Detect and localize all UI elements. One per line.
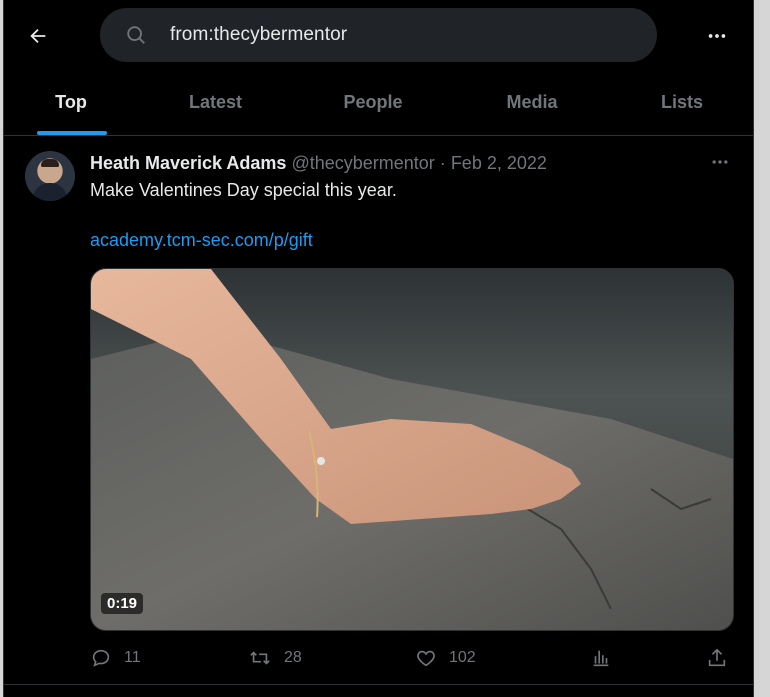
avatar[interactable] xyxy=(25,151,75,201)
tweet-more-button[interactable] xyxy=(708,152,732,172)
tab-lists[interactable]: Lists xyxy=(611,70,753,135)
reply-count: 11 xyxy=(124,649,141,666)
reply-button[interactable]: 11 xyxy=(90,645,141,671)
more-horizontal-icon xyxy=(712,160,728,164)
tweet-date[interactable]: Feb 2, 2022 xyxy=(451,153,547,173)
retweet-icon xyxy=(250,651,270,665)
tweet-header: Heath Maverick Adams @thecybermentor · F… xyxy=(90,153,547,174)
back-arrow-icon xyxy=(30,28,46,44)
retweet-count: 28 xyxy=(284,649,302,666)
header-separator: · xyxy=(439,153,446,173)
views-button[interactable] xyxy=(590,645,612,671)
tab-lists-label: Lists xyxy=(660,92,703,112)
author-name[interactable]: Heath Maverick Adams xyxy=(90,153,286,173)
more-horizontal-icon xyxy=(708,34,726,38)
tweet-actions: 11 28 102 xyxy=(90,645,740,675)
search-input[interactable]: from:thecybermentor xyxy=(170,24,347,46)
video-duration: 0:19 xyxy=(101,593,144,614)
views-icon xyxy=(593,650,609,667)
like-icon xyxy=(417,650,435,667)
top-bar: from:thecybermentor xyxy=(4,0,753,70)
tab-top-label: Top xyxy=(55,92,87,112)
back-button[interactable] xyxy=(24,22,52,50)
app-frame: from:thecybermentor Top Latest People Me… xyxy=(3,0,754,697)
tweet-text: Make Valentines Day special this year. xyxy=(90,180,397,200)
like-count: 102 xyxy=(449,649,476,666)
share-icon xyxy=(708,648,726,667)
search-icon xyxy=(124,23,148,47)
tweet-video[interactable]: 0:19 xyxy=(90,268,734,631)
reply-icon xyxy=(92,649,110,667)
tab-latest-label: Latest xyxy=(188,92,242,112)
video-thumbnail xyxy=(91,269,733,630)
share-button[interactable] xyxy=(706,645,728,671)
tab-latest[interactable]: Latest xyxy=(138,70,293,135)
tab-media[interactable]: Media xyxy=(453,70,611,135)
retweet-button[interactable]: 28 xyxy=(248,645,302,671)
search-box[interactable]: from:thecybermentor xyxy=(100,8,657,62)
more-options-button[interactable] xyxy=(703,22,731,50)
tab-media-label: Media xyxy=(506,92,558,112)
tab-top[interactable]: Top xyxy=(4,70,138,135)
tab-people[interactable]: People xyxy=(293,70,453,135)
tweet-link[interactable]: academy.tcm-sec.com/p/gift xyxy=(90,230,313,251)
author-handle[interactable]: @thecybermentor xyxy=(291,153,434,173)
active-tab-indicator xyxy=(37,131,107,135)
tweet[interactable]: Heath Maverick Adams @thecybermentor · F… xyxy=(4,136,753,685)
like-button[interactable]: 102 xyxy=(415,645,476,671)
search-tabs: Top Latest People Media Lists xyxy=(4,70,753,136)
tab-people-label: People xyxy=(343,92,403,112)
